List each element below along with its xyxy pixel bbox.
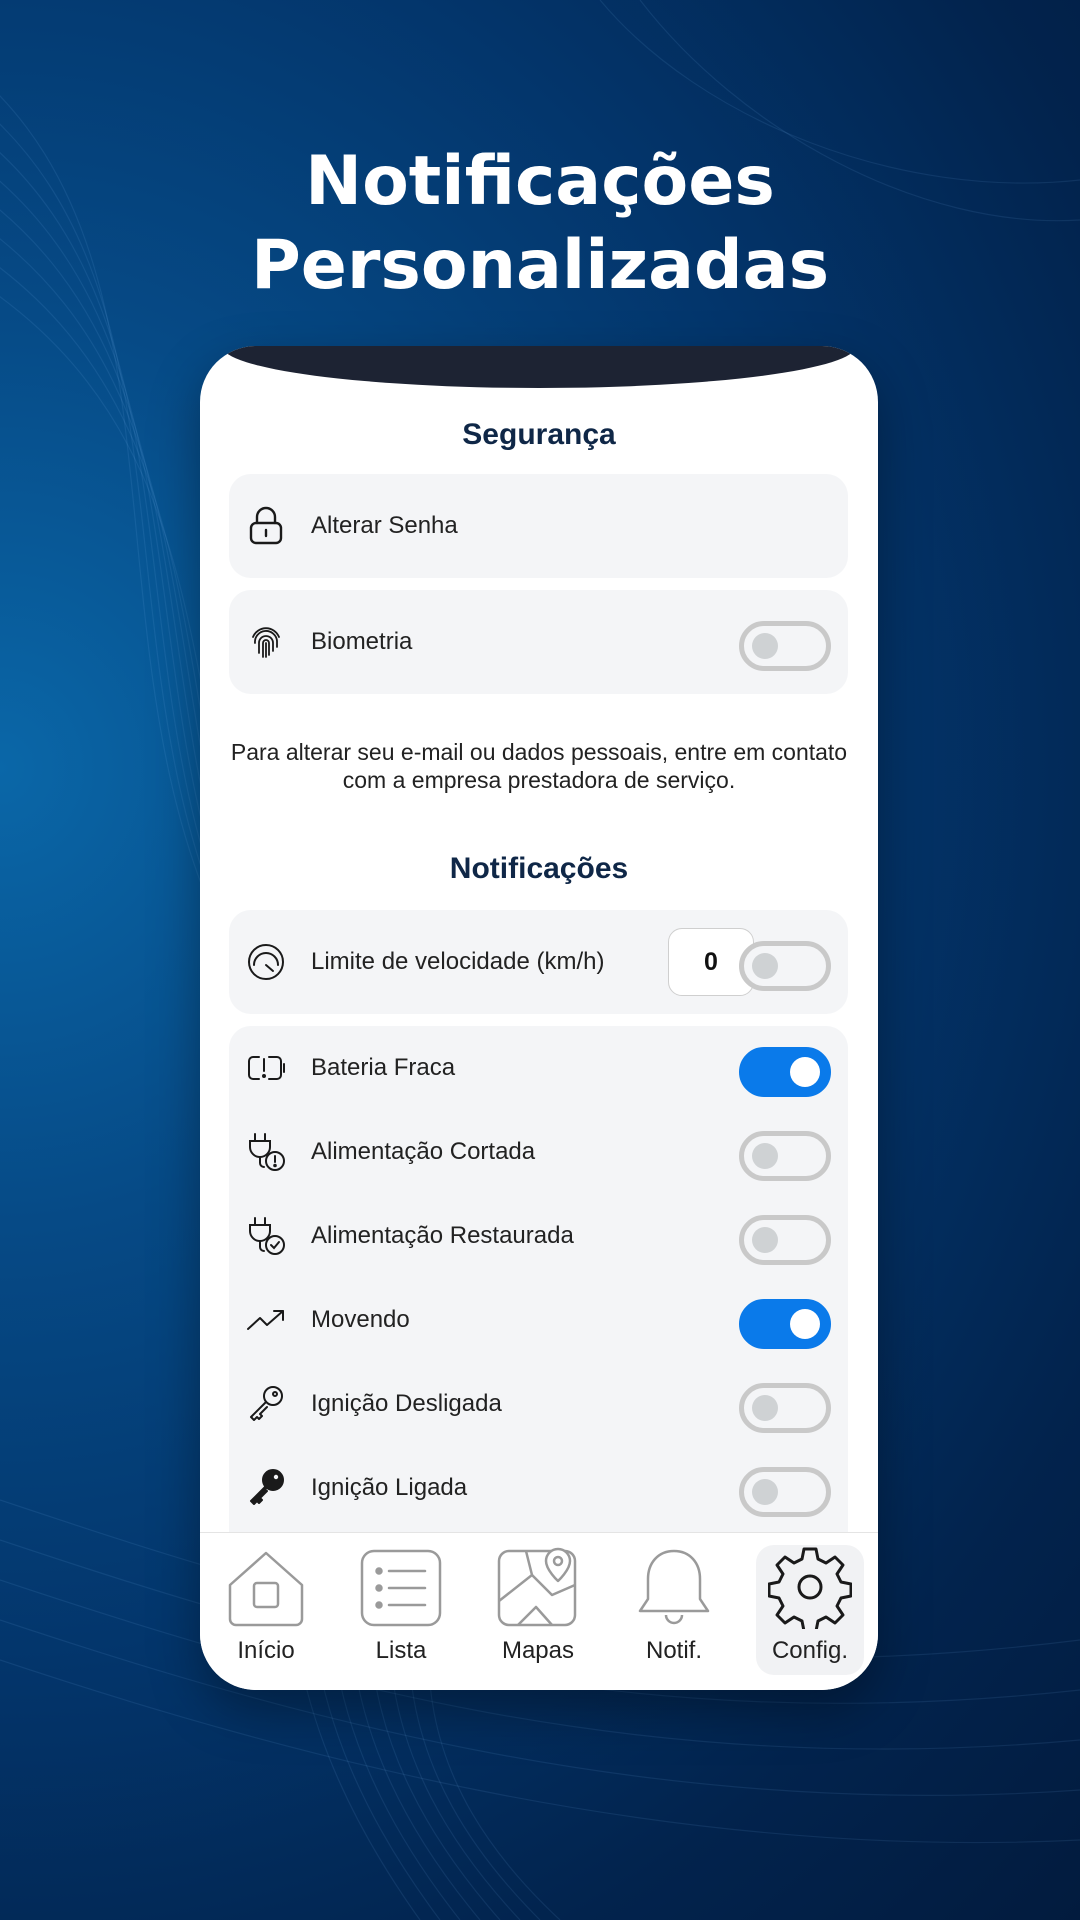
trending-up-icon (247, 1310, 284, 1330)
biometrics-label: Biometria (311, 628, 413, 655)
plug-check-icon (249, 1217, 285, 1255)
gear-icon (768, 1547, 852, 1629)
tab-lista[interactable]: Lista (347, 1545, 455, 1675)
item-label: Alimentação Restaurada (311, 1222, 574, 1249)
item-label: Alimentação Cortada (311, 1138, 536, 1165)
headline-line-1: Notificações (305, 142, 775, 221)
power-cut-toggle[interactable] (739, 1131, 831, 1181)
low-battery-toggle[interactable] (739, 1047, 831, 1097)
notifications-section-title: Notificações (449, 852, 629, 885)
ignition-on-toggle[interactable] (739, 1467, 831, 1517)
key-outline-icon (250, 1386, 283, 1421)
change-password-label: Alterar Senha (311, 512, 458, 539)
tab-inicio[interactable]: Início (212, 1545, 320, 1675)
tab-label: Início (237, 1637, 295, 1664)
lock-icon (249, 506, 283, 545)
tab-mapas[interactable]: Mapas (484, 1545, 592, 1675)
list-item: Ignição Ligada (229, 1446, 848, 1530)
speed-limit-row: Limite de velocidade (km/h) 0 (229, 910, 848, 1014)
bell-icon (638, 1549, 710, 1625)
speed-limit-label: Limite de velocidade (km/h) (311, 948, 605, 975)
map-pin-icon (497, 1547, 577, 1627)
speed-limit-toggle[interactable] (739, 941, 831, 991)
biometrics-row: Biometria (229, 590, 848, 694)
moving-toggle[interactable] (739, 1299, 831, 1349)
key-filled-icon (250, 1469, 284, 1505)
item-label: Ignição Desligada (311, 1390, 502, 1417)
biometrics-toggle[interactable] (739, 621, 831, 671)
bottom-tab-bar: Início Lista Mapas Notif. Config. (200, 1532, 878, 1690)
tab-label: Config. (771, 1637, 849, 1664)
list-item: Bateria Fraca (229, 1026, 848, 1110)
home-icon (228, 1551, 304, 1627)
item-label: Bateria Fraca (311, 1054, 456, 1081)
list-item: Ignição Desligada (229, 1362, 848, 1446)
list-icon (360, 1549, 442, 1627)
speedometer-icon (248, 944, 284, 980)
list-item: Alimentação Restaurada (229, 1194, 848, 1278)
tab-label: Notif. (645, 1637, 702, 1664)
ignition-off-toggle[interactable] (739, 1383, 831, 1433)
headline-line-2: Personalizadas (250, 226, 830, 305)
list-item: Movendo (229, 1278, 848, 1362)
tab-notif[interactable]: Notif. (620, 1545, 728, 1675)
tab-label: Lista (375, 1637, 427, 1664)
contact-note: Para alterar seu e-mail ou dados pessoai… (230, 739, 848, 793)
change-password-row[interactable]: Alterar Senha (229, 474, 848, 578)
power-restored-toggle[interactable] (739, 1215, 831, 1265)
phone-mockup: Segurança Alterar Senha Biometria Para a… (200, 346, 878, 1690)
fingerprint-icon (252, 627, 280, 658)
security-section-title: Segurança (462, 418, 616, 451)
phone-notch (222, 346, 856, 388)
notification-list: Bateria Fraca Alimentação Cortada Alimen… (229, 1026, 848, 1546)
low-battery-icon (248, 1056, 285, 1080)
list-item: Alimentação Cortada (229, 1110, 848, 1194)
tab-label: Mapas (501, 1637, 575, 1664)
tab-config[interactable]: Config. (756, 1545, 864, 1675)
item-label: Movendo (311, 1306, 410, 1333)
plug-alert-icon (249, 1133, 285, 1171)
item-label: Ignição Ligada (311, 1474, 468, 1501)
